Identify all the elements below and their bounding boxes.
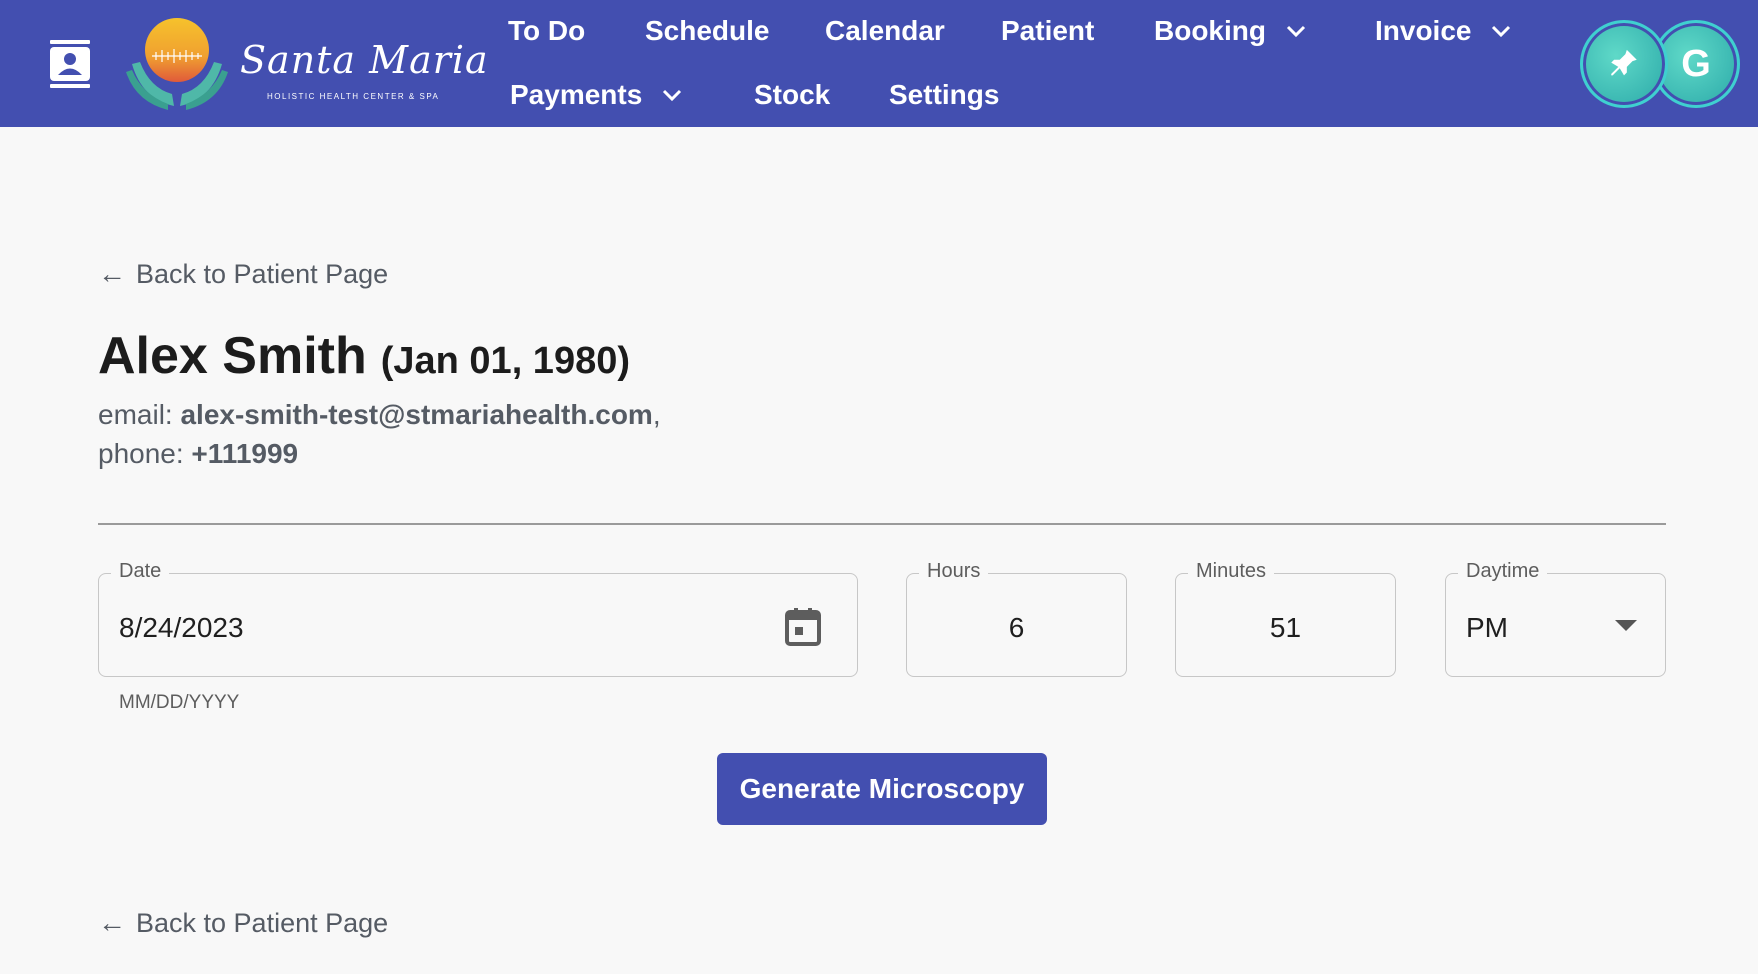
page-title: Alex Smith (Jan 01, 1980) (98, 326, 630, 386)
daytime-select[interactable]: Daytime PM (1445, 560, 1666, 677)
hours-value[interactable]: 6 (907, 612, 1126, 644)
patient-phone-line: phone: +111999 (98, 438, 298, 470)
nav-calendar[interactable]: Calendar (825, 11, 945, 51)
nav-patient[interactable]: Patient (1001, 11, 1094, 51)
minutes-field[interactable]: Minutes 51 (1175, 560, 1396, 677)
patient-phone: +111999 (191, 438, 299, 469)
nav-invoice[interactable]: Invoice (1375, 11, 1513, 51)
date-field[interactable]: Date 8/24/2023 (98, 560, 858, 677)
nav-settings[interactable]: Settings (889, 75, 999, 115)
nav-invoice-label: Invoice (1375, 15, 1472, 46)
back-link-label: Back to Patient Page (136, 907, 389, 938)
daytime-value[interactable]: PM (1466, 612, 1508, 644)
minutes-value[interactable]: 51 (1176, 612, 1395, 644)
patient-name: Alex Smith (98, 327, 367, 385)
minutes-label: Minutes (1188, 560, 1275, 583)
nav-settings-label: Settings (889, 79, 1000, 110)
nav-schedule[interactable]: Schedule (645, 11, 769, 51)
date-value[interactable]: 8/24/2023 (119, 612, 244, 644)
nav-calendar-label: Calendar (825, 15, 945, 46)
arrow-left-icon: ← (98, 258, 126, 289)
back-to-patient-link-top[interactable]: ← Back to Patient Page (98, 258, 388, 290)
nav-booking[interactable]: Booking (1154, 11, 1308, 51)
santa-maria-logo[interactable]: Santa Maria HOLISTIC HEALTH CENTER & SPA (122, 14, 488, 114)
hours-field[interactable]: Hours 6 (906, 560, 1127, 677)
patient-dob: (Jan 01, 1980) (380, 340, 630, 382)
nav-stock[interactable]: Stock (754, 75, 830, 115)
back-to-patient-link-bottom[interactable]: ← Back to Patient Page (98, 907, 388, 939)
patient-email-line: email: alex-smith-test@stmariahealth.com… (98, 399, 661, 431)
logo-subtitle: HOLISTIC HEALTH CENTER & SPA (267, 92, 440, 101)
chevron-down-icon (1492, 25, 1511, 38)
daytime-label: Daytime (1458, 560, 1548, 583)
back-link-label: Back to Patient Page (136, 258, 389, 289)
divider (98, 523, 1666, 525)
nav-schedule-label: Schedule (645, 15, 770, 46)
chevron-down-icon (663, 89, 682, 102)
nav-payments-label: Payments (510, 79, 643, 110)
avatar-letter: G (1681, 42, 1711, 85)
generate-microscopy-button[interactable]: Generate Microscopy (717, 753, 1047, 825)
pin-button[interactable] (1580, 20, 1668, 108)
nav-stock-label: Stock (754, 79, 831, 110)
nav-todo[interactable]: To Do (508, 11, 585, 51)
nav-patient-label: Patient (1001, 15, 1095, 46)
logo-emblem-icon (126, 18, 228, 110)
chevron-down-icon (1286, 25, 1306, 38)
logo-script-text: Santa Maria (240, 38, 489, 82)
email-label: email: (98, 399, 173, 430)
pin-icon (1611, 49, 1637, 76)
dropdown-caret-icon[interactable] (1615, 620, 1637, 631)
nav-payments[interactable]: Payments (510, 75, 684, 115)
date-label: Date (111, 560, 170, 583)
hours-label: Hours (919, 560, 989, 583)
arrow-left-icon: ← (98, 907, 126, 938)
email-suffix: , (652, 399, 661, 430)
avatar-group: G (1580, 20, 1740, 108)
phone-label: phone: (98, 438, 184, 469)
nav-todo-label: To Do (508, 15, 586, 46)
calendar-icon[interactable] (785, 608, 821, 646)
patient-email: alex-smith-test@stmariahealth.com (180, 399, 653, 430)
date-format-hint: MM/DD/YYYY (119, 692, 240, 713)
top-navigation-bar: Santa Maria HOLISTIC HEALTH CENTER & SPA… (0, 0, 1758, 127)
nav-booking-label: Booking (1154, 15, 1266, 46)
contact-card-icon[interactable] (44, 38, 96, 90)
